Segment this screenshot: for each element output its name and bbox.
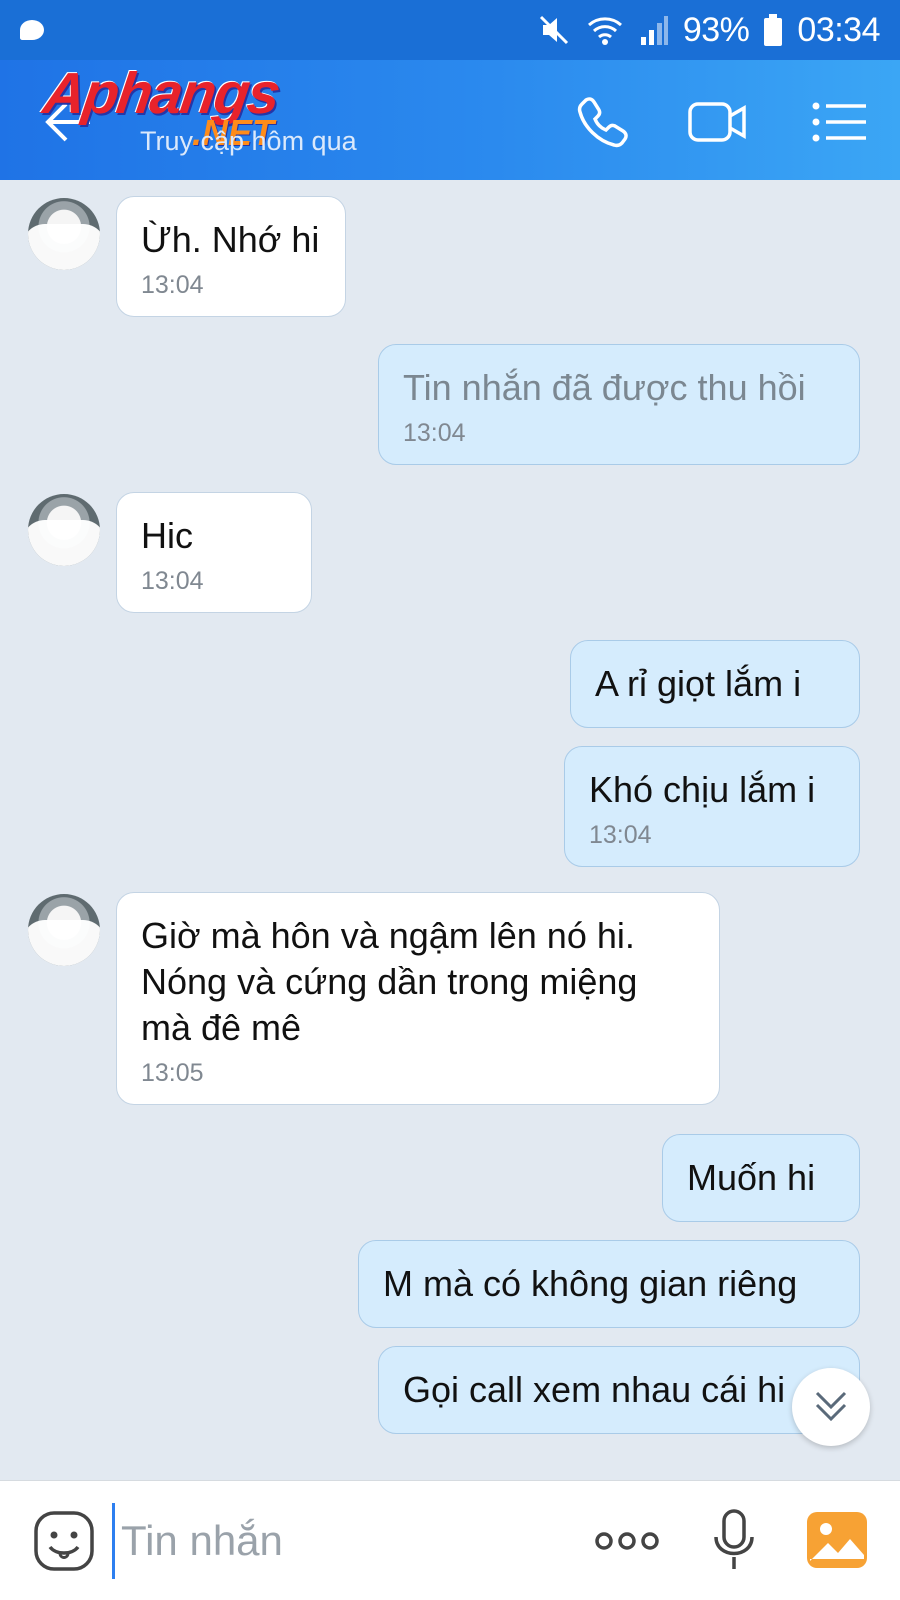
message-text: Hic — [141, 515, 193, 556]
status-indicators: 93% 03:34 — [537, 0, 880, 60]
recalled-message-text: Tin nhắn đã được thu hồi — [403, 367, 806, 408]
message-text: A rỉ giọt lắm i — [595, 663, 802, 704]
scroll-to-bottom-button[interactable] — [792, 1368, 870, 1446]
message-bubble-outgoing[interactable]: Muốn hi — [662, 1134, 860, 1222]
message-text: Gọi call xem nhau cái hi — [403, 1369, 786, 1410]
message-text: Khó chịu lắm i — [589, 769, 816, 810]
notification-icon — [20, 20, 44, 40]
message-bubble-outgoing[interactable]: A rỉ giọt lắm i — [570, 640, 860, 728]
wifi-icon — [587, 17, 622, 45]
microphone-icon[interactable] — [710, 1507, 758, 1575]
message-bubble-incoming[interactable]: Giờ mà hôn và ngậm lên nó hi. Nóng và cứ… — [116, 892, 720, 1105]
message-text-line: Nóng và cứng dần trong miệng — [141, 961, 638, 1002]
message-bubble-outgoing[interactable]: Tin nhắn đã được thu hồi 13:04 — [378, 344, 860, 465]
message-time: 13:05 — [141, 1059, 204, 1087]
chevron-double-down-icon — [815, 1391, 847, 1422]
status-bar: 93% 03:34 — [0, 0, 900, 60]
message-text-line: Giờ mà hôn và ngậm lên nó hi. — [141, 915, 635, 956]
message-bubble-incoming[interactable]: Hic 13:04 — [116, 492, 312, 613]
message-bubble-outgoing[interactable]: Khó chịu lắm i 13:04 — [564, 746, 860, 867]
phone-icon[interactable] — [572, 92, 632, 152]
message-text-line: mà đê mê — [141, 1007, 302, 1048]
message-text: Muốn hi — [687, 1157, 816, 1198]
video-call-icon[interactable] — [688, 92, 748, 152]
message-time: 13:04 — [141, 271, 204, 299]
emoji-icon[interactable] — [32, 1509, 96, 1573]
clock: 03:34 — [797, 10, 880, 49]
chat-header: Aphangs .NET Truy cập hôm qua — [0, 60, 900, 180]
signal-icon — [640, 16, 668, 45]
more-icon[interactable] — [592, 1521, 662, 1561]
avatar[interactable] — [28, 494, 100, 566]
avatar[interactable] — [28, 894, 100, 966]
message-text: Ừh. Nhớ hi — [141, 219, 320, 260]
menu-icon[interactable] — [810, 92, 870, 152]
message-time: 13:04 — [141, 567, 204, 595]
message-text: M mà có không gian riêng — [383, 1263, 798, 1304]
message-bubble-outgoing[interactable]: Gọi call xem nhau cái hi — [378, 1346, 860, 1434]
message-time: 13:04 — [403, 419, 466, 447]
message-list[interactable]: Ừh. Nhớ hi 13:04 Tin nhắn đã được thu hồ… — [0, 180, 900, 1480]
message-bubble-outgoing[interactable]: M mà có không gian riêng — [358, 1240, 860, 1328]
composer-bar — [0, 1480, 900, 1600]
avatar[interactable] — [28, 198, 100, 270]
last-seen-status: Truy cập hôm qua — [140, 126, 357, 156]
message-bubble-incoming[interactable]: Ừh. Nhớ hi 13:04 — [116, 196, 346, 317]
battery-icon — [764, 14, 783, 46]
photo-icon[interactable] — [806, 1511, 868, 1569]
message-time: 13:04 — [589, 821, 652, 849]
battery-percent: 93% — [682, 10, 750, 49]
mute-icon — [539, 15, 568, 45]
message-input[interactable] — [112, 1503, 552, 1579]
